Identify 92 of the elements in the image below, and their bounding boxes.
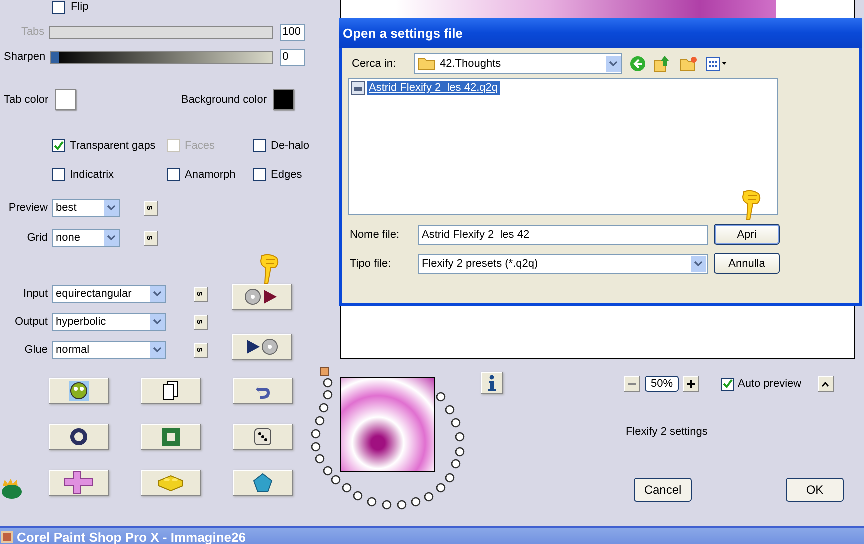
settings-caption: Flexify 2 settings	[626, 426, 709, 438]
cross-tiles-icon	[64, 471, 94, 495]
file-name-field[interactable]: Astrid Flexify 2 les 42	[418, 224, 708, 244]
dialog-button[interactable]: Apri	[714, 224, 780, 245]
option-checkbox[interactable]	[253, 139, 266, 152]
checkbox-label: Anamorph	[185, 168, 236, 180]
field-label: Nome file:	[350, 228, 401, 240]
file-type-dropdown[interactable]: Flexify 2 presets (*.q2q)	[418, 254, 708, 274]
slider-label: Sharpen	[4, 51, 47, 63]
tool-button[interactable]	[233, 424, 293, 450]
taskbar-title: Corel Paint Shop Pro X - Immagine26	[17, 530, 246, 544]
zoom-in-button[interactable]	[683, 376, 699, 392]
field-label: Cerca in:	[352, 58, 398, 70]
checkbox-label: Faces	[185, 140, 215, 152]
square-frame-icon	[162, 428, 180, 446]
checkbox-label: Auto preview	[738, 378, 802, 390]
disc-to-triangle-icon	[245, 288, 279, 306]
minus-icon	[628, 383, 636, 385]
option-checkbox[interactable]	[253, 168, 266, 181]
dialog-button[interactable]: OK	[786, 478, 844, 502]
triangle-to-disc-icon	[245, 338, 279, 356]
flip-checkbox[interactable]	[52, 0, 65, 14]
slider-label: Tabs	[20, 26, 46, 38]
view-menu-icon[interactable]	[706, 56, 728, 70]
tool-button[interactable]	[49, 470, 109, 496]
slider-thumb[interactable]	[50, 52, 59, 62]
preset-button[interactable]	[232, 284, 292, 310]
creature-icon	[69, 381, 89, 401]
tool-button[interactable]	[141, 378, 201, 404]
checkbox-label: De-halo	[271, 140, 310, 152]
folder-icon	[418, 56, 436, 70]
flaming-egg-icon	[0, 478, 24, 500]
field-label: Output	[14, 316, 49, 328]
pointing-hand-icon	[258, 254, 280, 286]
new-folder-icon[interactable]	[680, 56, 698, 72]
info-button[interactable]	[481, 372, 503, 394]
lock-button[interactable]: s	[194, 342, 208, 358]
lock-button[interactable]: s	[194, 314, 208, 330]
brick-icon	[158, 474, 184, 492]
file-item[interactable]: Astrid Flexify 2 les 42.q2q	[367, 81, 500, 95]
color-swatch[interactable]	[273, 89, 294, 110]
option-checkbox[interactable]	[52, 168, 65, 181]
dialog-button[interactable]: Cancel	[634, 478, 692, 502]
field-label: Input	[22, 288, 49, 300]
preset-button[interactable]	[232, 334, 292, 360]
option-checkbox[interactable]	[52, 139, 65, 152]
plus-icon	[687, 380, 695, 388]
dialog-title: Open a settings file	[339, 18, 862, 48]
undo-icon	[255, 382, 271, 400]
checkbox-label: Edges	[271, 168, 302, 180]
lock-button[interactable]: s	[144, 230, 158, 246]
lock-button[interactable]: s	[144, 200, 158, 216]
tool-button[interactable]	[233, 378, 293, 404]
checkbox-label: Flip	[71, 1, 89, 13]
folder-dropdown[interactable]: 42.Thoughts	[414, 53, 622, 74]
zoom-out-button[interactable]	[624, 376, 640, 392]
color-label: Background color	[181, 94, 267, 106]
pages-icon	[163, 381, 179, 401]
auto-preview-checkbox[interactable]	[721, 378, 734, 390]
value-field[interactable]: 0	[280, 48, 305, 66]
lock-button[interactable]: s	[194, 286, 208, 302]
field-label: Grid	[26, 232, 49, 244]
color-swatch[interactable]	[54, 89, 76, 110]
field-label: Preview	[8, 202, 49, 214]
info-icon	[488, 375, 496, 391]
dialog-button[interactable]: Annulla	[714, 253, 780, 274]
tool-button[interactable]	[233, 470, 293, 496]
slider-track[interactable]	[50, 50, 273, 64]
dropdown[interactable]: none	[52, 229, 120, 247]
caret-icon	[822, 382, 830, 386]
dropdown[interactable]: normal	[52, 341, 166, 359]
dropdown[interactable]: best	[52, 199, 120, 217]
field-label: Glue	[24, 344, 49, 356]
zoom-value: 50%	[645, 376, 679, 392]
dropdown[interactable]: hyperbolic	[52, 313, 166, 331]
pointing-hand-icon	[740, 190, 762, 222]
tool-button[interactable]	[49, 378, 109, 404]
app-icon	[1, 531, 13, 543]
dice-icon	[253, 427, 273, 447]
file-icon	[351, 81, 365, 95]
color-label: Tab color	[4, 94, 49, 106]
tool-button[interactable]	[49, 424, 109, 450]
option-checkbox[interactable]	[167, 168, 180, 181]
dropdown[interactable]: equirectangular	[52, 285, 166, 303]
pentagon-icon	[253, 473, 273, 493]
up-folder-icon[interactable]	[654, 54, 672, 72]
checkbox-label: Transparent gaps	[70, 140, 156, 152]
field-label: Tipo file:	[350, 258, 392, 270]
collapse-button[interactable]	[818, 376, 834, 392]
ring-icon	[70, 428, 88, 446]
back-icon[interactable]	[630, 56, 646, 72]
checkbox-label: Indicatrix	[70, 168, 114, 180]
